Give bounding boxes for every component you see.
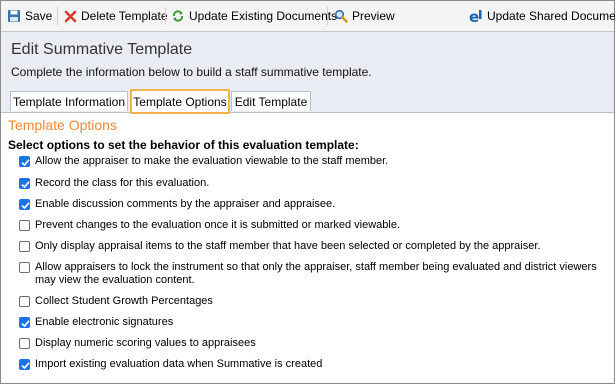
checkmark-icon — [21, 362, 30, 370]
option-label: Collect Student Growth Percentages — [35, 295, 213, 307]
update-shared-document-button[interactable]: e Update Shared Document — [468, 7, 615, 25]
delete-icon — [64, 10, 77, 22]
checkmark-icon — [21, 202, 30, 210]
toolbar-divider — [327, 7, 328, 25]
update-shared-document-label: Update Shared Document — [487, 9, 615, 23]
svg-text:e: e — [469, 9, 479, 24]
checkbox-checked[interactable] — [19, 156, 30, 167]
option-label: Record the class for this evaluation. — [35, 177, 210, 189]
checkmark-icon — [21, 181, 30, 189]
option-label: Prevent changes to the evaluation once i… — [35, 219, 401, 231]
option-label: Display numeric scoring values to apprai… — [35, 337, 256, 349]
preview-button[interactable]: Preview — [334, 7, 395, 25]
option-label: Allow the appraiser to make the evaluati… — [35, 155, 389, 167]
checkbox-checked[interactable] — [19, 359, 30, 370]
save-label: Save — [25, 9, 53, 23]
edge-e-icon: e — [469, 9, 482, 24]
option-label: Only display appraisal items to the staf… — [35, 240, 541, 252]
update-existing-documents-label: Update Existing Documents — [189, 9, 338, 23]
checkbox-unchecked[interactable] — [19, 220, 30, 231]
option-label: Enable discussion comments by the apprai… — [35, 198, 336, 210]
checkbox-unchecked[interactable] — [19, 338, 30, 349]
delete-template-button[interactable]: Delete Template — [64, 7, 168, 25]
save-button[interactable]: Save — [7, 7, 52, 25]
toolbar: Save Delete Template Update Existing Doc… — [1, 1, 615, 32]
tab-template-options[interactable]: Template Options — [130, 89, 230, 114]
tab-bar: Template Information Template Options Ed… — [1, 88, 614, 114]
checkbox-checked[interactable] — [19, 199, 30, 210]
checkmark-icon — [21, 320, 30, 328]
page-subtitle: Complete the information below to build … — [11, 65, 372, 79]
page-title: Edit Summative Template — [11, 41, 193, 58]
save-icon — [8, 10, 20, 22]
preview-label: Preview — [352, 9, 395, 23]
checkmark-icon — [21, 159, 30, 167]
checkbox-unchecked[interactable] — [19, 296, 30, 307]
checkbox-unchecked[interactable] — [19, 241, 30, 252]
checkbox-checked[interactable] — [19, 178, 30, 189]
toolbar-divider — [57, 7, 58, 25]
tab-edit-template[interactable]: Edit Template — [231, 91, 311, 111]
toolbar-divider — [165, 7, 166, 25]
delete-template-label: Delete Template — [81, 9, 168, 23]
page-header: Edit Summative Template Complete the inf… — [1, 32, 614, 88]
refresh-icon — [172, 10, 184, 22]
magnifier-icon — [334, 9, 348, 23]
checkbox-unchecked[interactable] — [19, 262, 30, 273]
checkbox-checked[interactable] — [19, 317, 30, 328]
option-label: Import existing evaluation data when Sum… — [35, 358, 323, 370]
option-label: Allow appraisers to lock the instrument … — [35, 261, 597, 286]
options-instructions: Select options to set the behavior of th… — [8, 138, 359, 152]
window-frame: Save Delete Template Update Existing Doc… — [0, 0, 615, 384]
tab-template-information[interactable]: Template Information — [10, 91, 128, 111]
option-label: Enable electronic signatures — [35, 316, 174, 328]
update-existing-documents-button[interactable]: Update Existing Documents — [171, 7, 337, 25]
section-title: Template Options — [8, 117, 117, 133]
